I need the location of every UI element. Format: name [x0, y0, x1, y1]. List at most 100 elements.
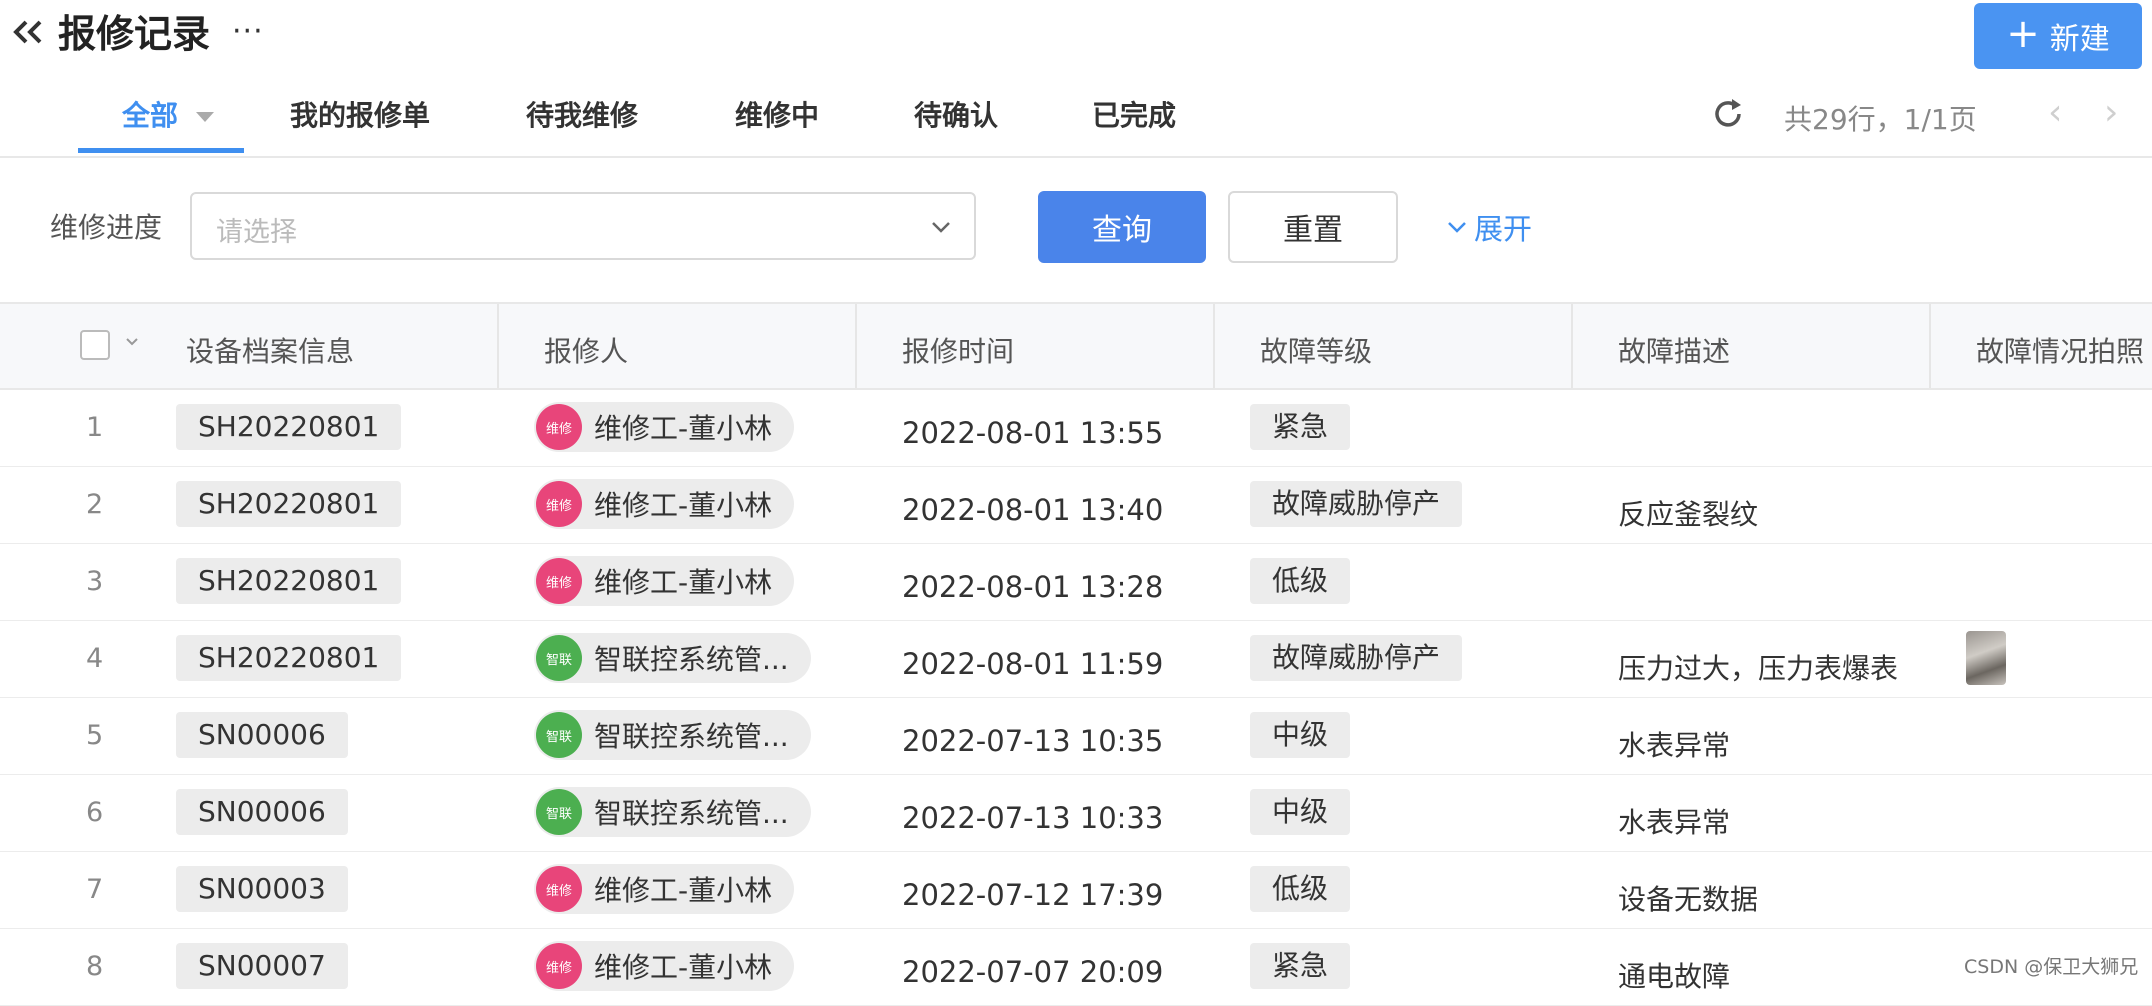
table-row[interactable]: 6 SN00006 智联 智联控系统管... 2022-07-13 10:33 中级 水表异… [0, 775, 2152, 852]
column-divider [497, 304, 499, 388]
report-time: 2022-08-01 13:28 [902, 570, 1164, 604]
pagination-info: 共29行，1/1页 [1784, 103, 1977, 136]
reporter-pill[interactable]: 智联 智联控系统管... [534, 710, 811, 760]
row-index: 2 [86, 489, 104, 520]
report-time: 2022-08-01 13:55 [902, 416, 1164, 450]
reporter-pill[interactable]: 维修 维修工-董小林 [534, 941, 795, 991]
report-time: 2022-07-13 10:33 [902, 801, 1164, 835]
chevron-down-icon[interactable] [124, 334, 140, 350]
column-header-device-info[interactable]: 设备档案信息 [186, 330, 354, 370]
column-header-report-time[interactable]: 报修时间 [902, 330, 1014, 370]
reset-button[interactable]: 重置 [1228, 191, 1398, 263]
table-row[interactable]: 2 SH20220801 维修 维修工-董小林 2022-08-01 13:40 故障威胁… [0, 467, 2152, 544]
row-index: 1 [86, 412, 104, 443]
column-header-fault-level[interactable]: 故障等级 [1260, 330, 1372, 370]
avatar: 维修 [536, 404, 582, 450]
reporter-name: 维修工-董小林 [594, 951, 773, 984]
fault-description: 反应釜裂纹 [1618, 498, 1759, 531]
reporter-pill[interactable]: 维修 维修工-董小林 [534, 479, 795, 529]
device-code-tag[interactable]: SH20220801 [176, 404, 402, 450]
device-code-tag[interactable]: SN00003 [176, 866, 348, 912]
query-button[interactable]: 查询 [1038, 191, 1206, 263]
table-body: 1 SH20220801 维修 维修工-董小林 2022-08-01 13:55 紧急 2 S… [0, 390, 2152, 1006]
fault-photo-thumbnail[interactable] [1966, 631, 2006, 685]
fault-level-tag: 故障威胁停产 [1250, 481, 1463, 527]
device-code-tag[interactable]: SN00007 [176, 943, 348, 989]
table-row[interactable]: 1 SH20220801 维修 维修工-董小林 2022-08-01 13:55 紧急 [0, 390, 2152, 467]
table-row[interactable]: 5 SN00006 智联 智联控系统管... 2022-07-13 10:35 中级 水表异… [0, 698, 2152, 775]
avatar: 维修 [536, 558, 582, 604]
row-index: 8 [86, 951, 104, 982]
fault-description: 水表异常 [1618, 729, 1731, 762]
reporter-pill[interactable]: 智联 智联控系统管... [534, 633, 811, 683]
table-row[interactable]: 3 SH20220801 维修 维修工-董小林 2022-08-01 13:28 低级 [0, 544, 2152, 621]
select-all-checkbox[interactable] [80, 330, 110, 360]
column-divider [855, 304, 857, 388]
refresh-icon[interactable] [1710, 96, 1746, 132]
tab-in-repair[interactable]: 维修中 [735, 94, 819, 134]
reporter-name: 维修工-董小林 [594, 566, 773, 599]
expand-label: 展开 [1474, 212, 1533, 246]
fault-level-tag: 中级 [1250, 789, 1351, 835]
report-time: 2022-07-12 17:39 [902, 878, 1164, 912]
double-chevron-left-icon[interactable] [10, 12, 44, 52]
fault-description: 压力过大，压力表爆表 [1618, 652, 1899, 685]
caret-down-icon[interactable] [196, 112, 215, 122]
device-code-tag[interactable]: SH20220801 [176, 558, 402, 604]
tab-pending-confirm[interactable]: 待确认 [914, 94, 998, 134]
device-code-tag[interactable]: SH20220801 [176, 481, 402, 527]
table-header: 设备档案信息 报修人 报修时间 故障等级 故障描述 故障情况拍照 [0, 302, 2152, 390]
tab-pending-repair[interactable]: 待我维修 [526, 94, 638, 134]
table-row[interactable]: 8 SN00007 维修 维修工-董小林 2022-07-07 20:09 紧急 通电故障 [0, 929, 2152, 1006]
report-time: 2022-07-13 10:35 [902, 724, 1164, 758]
page-header: 报修记录 ··· + 新建 [0, 0, 2152, 78]
avatar: 智联 [536, 635, 582, 681]
table-row[interactable]: 7 SN00003 维修 维修工-董小林 2022-07-12 17:39 低级 设备无数据 [0, 852, 2152, 929]
chevron-down-icon [1448, 222, 1466, 233]
device-code-tag[interactable]: SN00006 [176, 789, 348, 835]
tab-bar: 全部 我的报修单 待我维修 维修中 待确认 已完成 共29行，1/1页 ‹ › [0, 78, 2152, 158]
reporter-pill[interactable]: 维修 维修工-董小林 [534, 402, 795, 452]
expand-link[interactable]: 展开 [1446, 206, 1532, 248]
more-icon[interactable]: ··· [232, 14, 264, 50]
chevron-left-icon[interactable]: ‹ [2048, 92, 2062, 133]
fault-description: 设备无数据 [1618, 883, 1759, 916]
avatar: 智联 [536, 712, 582, 758]
table-row[interactable]: 4 SH20220801 智联 智联控系统管... 2022-08-01 11:59 故障… [0, 621, 2152, 698]
column-header-reporter[interactable]: 报修人 [544, 330, 628, 370]
tab-completed[interactable]: 已完成 [1092, 94, 1176, 134]
device-code-tag[interactable]: SN00006 [176, 712, 348, 758]
column-header-fault-description[interactable]: 故障描述 [1618, 330, 1730, 370]
tab-all[interactable]: 全部 [122, 94, 215, 134]
column-divider [1929, 304, 1931, 388]
reporter-name: 智联控系统管... [594, 720, 789, 753]
column-divider [1213, 304, 1215, 388]
reporter-pill[interactable]: 智联 智联控系统管... [534, 787, 811, 837]
avatar: 维修 [536, 866, 582, 912]
fault-level-tag: 中级 [1250, 712, 1351, 758]
chevron-right-icon[interactable]: › [2104, 92, 2118, 133]
reporter-pill[interactable]: 维修 维修工-董小林 [534, 556, 795, 606]
reporter-pill[interactable]: 维修 维修工-董小林 [534, 864, 795, 914]
repair-progress-select[interactable]: 请选择 [190, 192, 976, 260]
reporter-name: 智联控系统管... [594, 643, 789, 676]
row-index: 3 [86, 566, 104, 597]
new-button[interactable]: + 新建 [1974, 3, 2142, 69]
tab-active-indicator [78, 148, 244, 153]
fault-level-tag: 低级 [1250, 558, 1351, 604]
fault-description: 水表异常 [1618, 806, 1731, 839]
device-code-tag[interactable]: SH20220801 [176, 635, 402, 681]
avatar: 维修 [536, 481, 582, 527]
fault-description: 通电故障 [1618, 960, 1731, 993]
column-header-fault-photo[interactable]: 故障情况拍照 [1976, 330, 2144, 370]
row-index: 4 [86, 643, 104, 674]
page-title: 报修记录 [58, 12, 211, 56]
report-time: 2022-07-07 20:09 [902, 955, 1164, 989]
row-index: 5 [86, 720, 104, 751]
report-time: 2022-08-01 13:40 [902, 493, 1164, 527]
tab-my-requests[interactable]: 我的报修单 [290, 94, 430, 134]
avatar: 维修 [536, 943, 582, 989]
reporter-name: 维修工-董小林 [594, 489, 773, 522]
tab-label: 全部 [122, 99, 179, 132]
reporter-name: 智联控系统管... [594, 797, 789, 830]
